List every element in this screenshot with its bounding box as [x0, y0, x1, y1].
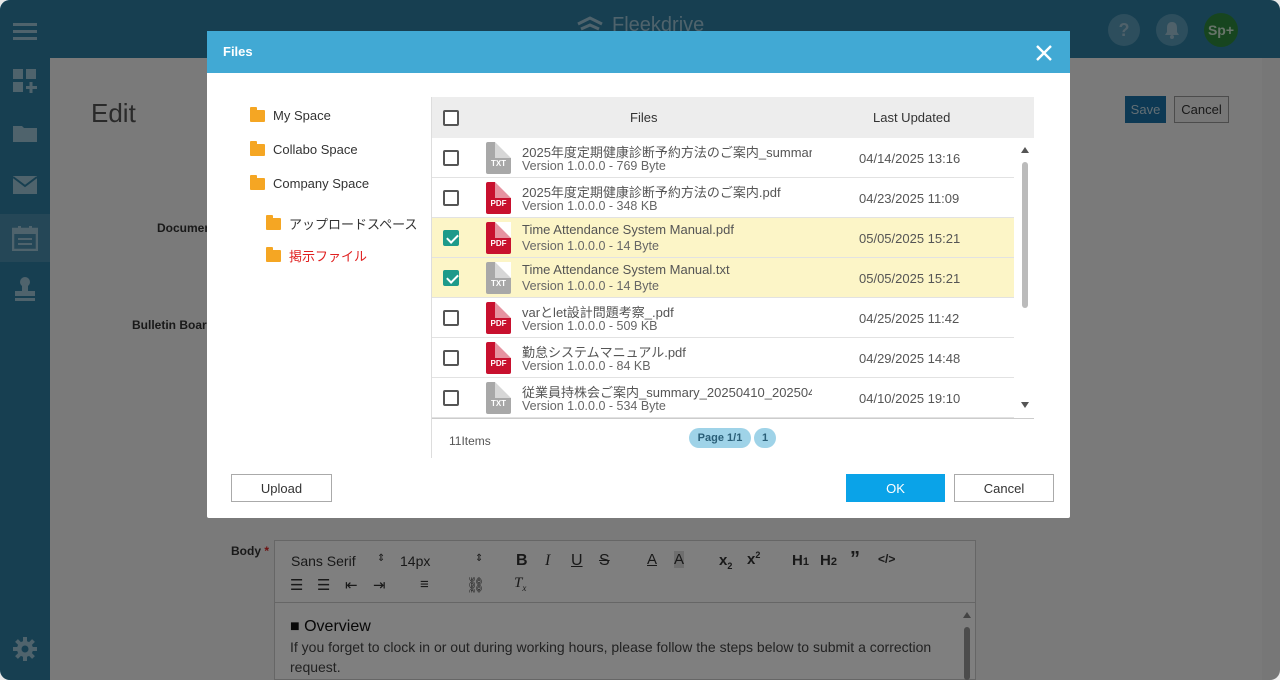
- file-date: 05/05/2025 15:21: [859, 271, 961, 286]
- pdf-file-icon: PDF: [486, 222, 511, 254]
- table-row[interactable]: PDF 勤怠システムマニュアル.pdf Version 1.0.0.0 - 84 K…: [432, 338, 1014, 378]
- tree-item-label: 掲示ファイル: [289, 249, 368, 264]
- table-row[interactable]: TXT Time Attendance System Manual.txt Vers…: [432, 258, 1014, 298]
- file-date: 04/29/2025 14:48: [859, 351, 961, 366]
- tree-item-collabo-space[interactable]: Collabo Space: [250, 140, 358, 157]
- folder-icon: [250, 174, 265, 190]
- column-last-updated[interactable]: Last Updated: [873, 110, 950, 125]
- file-date: 04/23/2025 11:09: [859, 191, 960, 206]
- file-date: 04/14/2025 13:16: [859, 151, 961, 166]
- file-meta: Version 1.0.0.0 - 769 Byte: [522, 159, 666, 173]
- tree-item-company-space[interactable]: Company Space: [250, 174, 370, 191]
- folder-icon: [266, 214, 281, 230]
- table-row[interactable]: PDF Time Attendance System Manual.pdf Vers…: [432, 218, 1014, 258]
- tree-item-upload-space[interactable]: アップロードスペース: [266, 214, 417, 233]
- table-row[interactable]: TXT 従業員持株会ご案内_summary_20250410_202504 Vers…: [432, 378, 1014, 418]
- txt-file-icon: TXT: [486, 382, 511, 414]
- file-meta: Version 1.0.0.0 - 14 Byte: [522, 279, 659, 293]
- table-row[interactable]: PDF 2025年度定期健康診断予約方法のご案内.pdf Version 1.0.0…: [432, 178, 1014, 218]
- file-date: 05/05/2025 15:21: [859, 231, 961, 246]
- file-date: 04/25/2025 11:42: [859, 311, 960, 326]
- pdf-file-icon: PDF: [486, 302, 511, 334]
- page-indicator: Page 1/1: [689, 428, 751, 448]
- row-checkbox[interactable]: [443, 350, 459, 366]
- table-row[interactable]: TXT 2025年度定期健康診断予約方法のご案内_summary_ Version …: [432, 138, 1014, 178]
- row-checkbox[interactable]: [443, 150, 459, 166]
- table-header: Files Last Updated: [432, 97, 1034, 138]
- table-scrollbar[interactable]: [1016, 138, 1034, 418]
- file-date: 04/10/2025 19:10: [859, 391, 961, 406]
- tree-item-label: アップロードスペース: [289, 217, 418, 232]
- table-footer: 11Items Page 1/1 1: [432, 418, 1034, 458]
- close-icon[interactable]: [1033, 42, 1055, 64]
- file-table: Files Last Updated TXT 2025年度定期健康診断予約方法のご…: [431, 97, 1034, 458]
- dialog-title: Files: [223, 44, 253, 59]
- dialog-header: Files: [207, 31, 1070, 73]
- file-meta: Version 1.0.0.0 - 348 KB: [522, 199, 658, 213]
- page-1-button[interactable]: 1: [754, 428, 776, 448]
- file-meta: Version 1.0.0.0 - 509 KB: [522, 319, 658, 333]
- txt-file-icon: TXT: [486, 262, 511, 294]
- row-checkbox[interactable]: [443, 230, 459, 246]
- tree-item-label: Collabo Space: [273, 142, 358, 157]
- tree-item-bulletin-files[interactable]: 掲示ファイル: [266, 246, 367, 265]
- table-row[interactable]: PDF varとlet設計問題考察_.pdf Version 1.0.0.0 - 5…: [432, 298, 1014, 338]
- folder-icon: [266, 246, 281, 262]
- pdf-file-icon: PDF: [486, 342, 511, 374]
- row-checkbox[interactable]: [443, 190, 459, 206]
- row-checkbox[interactable]: [443, 390, 459, 406]
- tree-item-label: My Space: [273, 108, 331, 123]
- file-name[interactable]: Time Attendance System Manual.txt: [522, 262, 812, 277]
- folder-icon: [250, 106, 265, 122]
- ok-button[interactable]: OK: [846, 474, 945, 502]
- pdf-file-icon: PDF: [486, 182, 511, 214]
- file-meta: Version 1.0.0.0 - 14 Byte: [522, 239, 659, 253]
- tree-item-label: Company Space: [273, 176, 370, 191]
- upload-button[interactable]: Upload: [231, 474, 332, 502]
- table-scrollbar-thumb[interactable]: [1022, 162, 1028, 308]
- dialog-cancel-button[interactable]: Cancel: [954, 474, 1054, 502]
- column-files[interactable]: Files: [630, 110, 657, 125]
- file-meta: Version 1.0.0.0 - 534 Byte: [522, 399, 666, 413]
- row-checkbox[interactable]: [443, 270, 459, 286]
- items-count: 11Items: [449, 434, 491, 448]
- txt-file-icon: TXT: [486, 142, 511, 174]
- files-dialog: Files My Space Collabo Space Company Spa…: [207, 31, 1070, 518]
- folder-icon: [250, 140, 265, 156]
- row-checkbox[interactable]: [443, 310, 459, 326]
- file-meta: Version 1.0.0.0 - 84 KB: [522, 359, 651, 373]
- tree-item-my-space[interactable]: My Space: [250, 106, 331, 123]
- file-name[interactable]: Time Attendance System Manual.pdf: [522, 222, 812, 237]
- select-all-checkbox[interactable]: [443, 110, 459, 126]
